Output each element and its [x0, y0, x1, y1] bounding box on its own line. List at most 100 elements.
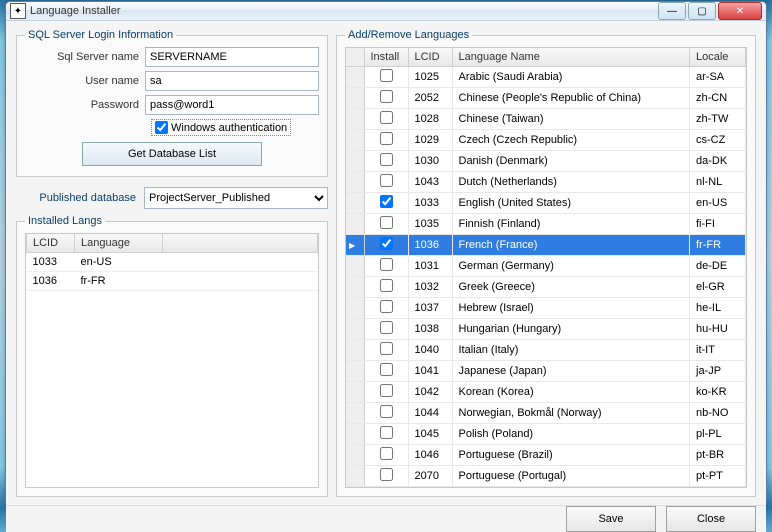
- language-row[interactable]: 1036French (France)fr-FR: [346, 235, 746, 256]
- install-checkbox[interactable]: [380, 174, 393, 187]
- installed-lang: en-US: [75, 253, 163, 272]
- lang-locale: he-IL: [690, 298, 746, 319]
- language-row[interactable]: 1031German (Germany)de-DE: [346, 256, 746, 277]
- lang-locale: zh-CN: [690, 88, 746, 109]
- language-row[interactable]: 1025Arabic (Saudi Arabia)ar-SA: [346, 67, 746, 88]
- install-checkbox[interactable]: [380, 279, 393, 292]
- installed-row[interactable]: 1033en-US: [27, 253, 318, 272]
- lang-name: Portuguese (Portugal): [452, 466, 690, 487]
- languages-grid[interactable]: Install LCID Language Name Locale 1025Ar…: [346, 48, 746, 487]
- user-input[interactable]: [145, 71, 319, 91]
- language-row[interactable]: 1041Japanese (Japan)ja-JP: [346, 361, 746, 382]
- install-checkbox[interactable]: [380, 363, 393, 376]
- lang-name: Chinese (People's Republic of China): [452, 88, 690, 109]
- lang-locale: de-DE: [690, 256, 746, 277]
- install-checkbox[interactable]: [380, 426, 393, 439]
- lang-lcid: 1033: [408, 193, 452, 214]
- lang-lcid: 1045: [408, 424, 452, 445]
- install-checkbox[interactable]: [380, 195, 393, 208]
- language-row[interactable]: 1040Italian (Italy)it-IT: [346, 340, 746, 361]
- install-checkbox[interactable]: [380, 237, 393, 250]
- installed-langs-grid[interactable]: LCID Language 1033en-US1036fr-FR: [25, 233, 319, 488]
- language-row[interactable]: 1029Czech (Czech Republic)cs-CZ: [346, 130, 746, 151]
- lang-locale: en-US: [690, 193, 746, 214]
- install-checkbox[interactable]: [380, 258, 393, 271]
- language-row[interactable]: 1044Norwegian, Bokmål (Norway)nb-NO: [346, 403, 746, 424]
- language-row[interactable]: 2052Chinese (People's Republic of China)…: [346, 88, 746, 109]
- install-checkbox[interactable]: [380, 153, 393, 166]
- language-row[interactable]: 2070Portuguese (Portugal)pt-PT: [346, 466, 746, 487]
- install-checkbox[interactable]: [380, 468, 393, 481]
- lang-name: Italian (Italy): [452, 340, 690, 361]
- language-row[interactable]: 1028Chinese (Taiwan)zh-TW: [346, 109, 746, 130]
- lang-name: English (United States): [452, 193, 690, 214]
- install-checkbox[interactable]: [380, 216, 393, 229]
- install-checkbox[interactable]: [380, 384, 393, 397]
- install-checkbox[interactable]: [380, 90, 393, 103]
- server-input[interactable]: [145, 47, 319, 67]
- installed-row[interactable]: 1036fr-FR: [27, 272, 318, 291]
- lang-lcid: 2052: [408, 88, 452, 109]
- language-row[interactable]: 1037Hebrew (Israel)he-IL: [346, 298, 746, 319]
- close-button[interactable]: Close: [666, 506, 756, 532]
- lang-name: Dutch (Netherlands): [452, 172, 690, 193]
- lang-lcid: 1032: [408, 277, 452, 298]
- install-checkbox[interactable]: [380, 111, 393, 124]
- lang-locale: el-GR: [690, 277, 746, 298]
- save-button[interactable]: Save: [566, 506, 656, 532]
- installed-col-lcid[interactable]: LCID: [27, 234, 75, 253]
- language-row[interactable]: 1030Danish (Denmark)da-DK: [346, 151, 746, 172]
- install-checkbox[interactable]: [380, 69, 393, 82]
- lang-lcid: 1038: [408, 319, 452, 340]
- lang-name: Chinese (Taiwan): [452, 109, 690, 130]
- published-db-select[interactable]: ProjectServer_Published: [144, 187, 328, 209]
- language-row[interactable]: 1033English (United States)en-US: [346, 193, 746, 214]
- titlebar[interactable]: ✦ Language Installer ― ▢ ✕: [6, 2, 766, 21]
- install-checkbox[interactable]: [380, 447, 393, 460]
- addremove-legend: Add/Remove Languages: [345, 29, 472, 41]
- language-row[interactable]: 1032Greek (Greece)el-GR: [346, 277, 746, 298]
- install-checkbox[interactable]: [380, 300, 393, 313]
- install-checkbox[interactable]: [380, 405, 393, 418]
- lang-locale: ko-KR: [690, 382, 746, 403]
- col-locale[interactable]: Locale: [690, 48, 746, 67]
- installed-col-lang[interactable]: Language: [75, 234, 163, 253]
- col-install[interactable]: Install: [364, 48, 408, 67]
- winauth-checkbox[interactable]: [155, 121, 168, 134]
- close-window-button[interactable]: ✕: [718, 2, 762, 20]
- install-checkbox[interactable]: [380, 342, 393, 355]
- lang-locale: ja-JP: [690, 361, 746, 382]
- app-icon: ✦: [10, 3, 26, 19]
- lang-name: Hungarian (Hungary): [452, 319, 690, 340]
- password-input[interactable]: [145, 95, 319, 115]
- language-row[interactable]: 1046Portuguese (Brazil)pt-BR: [346, 445, 746, 466]
- lang-locale: it-IT: [690, 340, 746, 361]
- language-row[interactable]: 1043Dutch (Netherlands)nl-NL: [346, 172, 746, 193]
- install-checkbox[interactable]: [380, 321, 393, 334]
- install-checkbox[interactable]: [380, 132, 393, 145]
- get-database-list-button[interactable]: Get Database List: [82, 142, 262, 166]
- col-lcid[interactable]: LCID: [408, 48, 452, 67]
- lang-lcid: 1041: [408, 361, 452, 382]
- lang-locale: hu-HU: [690, 319, 746, 340]
- col-name[interactable]: Language Name: [452, 48, 690, 67]
- lang-locale: pt-PT: [690, 466, 746, 487]
- lang-lcid: 1030: [408, 151, 452, 172]
- language-row[interactable]: 1035Finnish (Finland)fi-FI: [346, 214, 746, 235]
- minimize-button[interactable]: ―: [658, 2, 686, 20]
- lang-lcid: 1040: [408, 340, 452, 361]
- lang-name: Korean (Korea): [452, 382, 690, 403]
- login-group: SQL Server Login Information Sql Server …: [16, 29, 328, 177]
- lang-name: Portuguese (Brazil): [452, 445, 690, 466]
- window-title: Language Installer: [30, 5, 658, 17]
- language-row[interactable]: 1042Korean (Korea)ko-KR: [346, 382, 746, 403]
- lang-name: Greek (Greece): [452, 277, 690, 298]
- lang-locale: pl-PL: [690, 424, 746, 445]
- lang-locale: ar-SA: [690, 67, 746, 88]
- language-row[interactable]: 1038Hungarian (Hungary)hu-HU: [346, 319, 746, 340]
- lang-lcid: 1042: [408, 382, 452, 403]
- language-row[interactable]: 1045Polish (Poland)pl-PL: [346, 424, 746, 445]
- maximize-button[interactable]: ▢: [688, 2, 716, 20]
- lang-locale: fr-FR: [690, 235, 746, 256]
- installed-lcid: 1033: [27, 253, 75, 272]
